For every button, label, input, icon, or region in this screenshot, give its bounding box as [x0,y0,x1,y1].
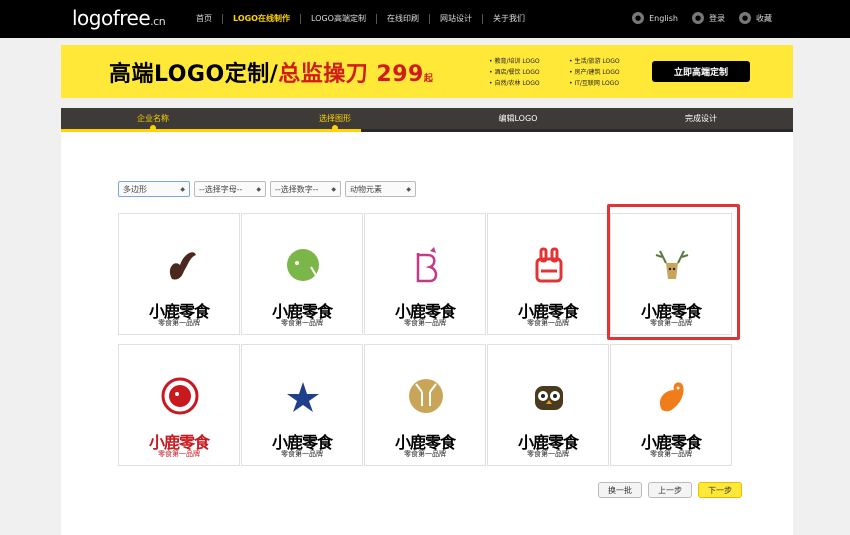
main-nav: 首页 LOGO在线制作 LOGO高端定制 在线印刷 网站设计 关于我们 [186,14,535,24]
step-finish: 完成设计 [685,114,717,123]
language-label: English [649,13,678,23]
logo-tile[interactable]: 小鹿零食 零食第一品牌 [118,344,240,466]
logo-tile[interactable]: 小鹿零食 零食第一品牌 [118,213,240,335]
favorite-label: 收藏 [756,13,772,23]
nav-item-print[interactable]: 在线印刷 [377,14,430,24]
rabbit-letter-b-icon [416,247,438,283]
rooster-icon [659,382,684,412]
logo-slogan: 零食第一品牌 [281,319,323,327]
content-card: 企业名称 选择图形 编辑LOGO 完成设计 多边形 ◆ --选择字母-- ◆ --选… [61,108,793,535]
step-edit-logo: 编辑LOGO [498,114,538,123]
updown-icon: ◆ [180,185,185,193]
nav-item-logo-custom[interactable]: LOGO高端定制 [301,14,377,24]
step-company-name: 企业名称 [93,113,213,131]
banner-category: 自然/农林 LOGO [489,78,569,87]
banner-category: 房产/建筑 LOGO [569,67,649,76]
logo-tile[interactable]: 小鹿零食 零食第一品牌 [241,344,363,466]
owl-icon [535,386,563,410]
logo-slogan: 零食第一品牌 [158,450,200,458]
logo-slogan: 零食第一品牌 [281,450,323,458]
top-navigation-bar: logofree.cn 首页 LOGO在线制作 LOGO高端定制 在线印刷 网站… [0,0,850,38]
logo-slogan: 零食第一品牌 [404,450,446,458]
refresh-batch-button[interactable]: 换一批 [598,482,642,498]
site-logo[interactable]: logofree.cn [72,6,166,30]
banner-category: 教育/培训 LOGO [489,56,569,65]
logo-tile[interactable]: 小鹿零食 零食第一品牌 [487,344,609,466]
language-link[interactable]: ● English [632,12,678,24]
rabbit-face-icon [535,247,563,283]
logo-slogan: 零食第一品牌 [527,319,569,327]
logo-tile[interactable]: 小鹿零食 零食第一品牌 [610,213,732,335]
deer-circle-icon [409,379,443,413]
progress-steps: 企业名称 选择图形 编辑LOGO 完成设计 [61,108,793,132]
banner-headline: 高端LOGO定制/总监操刀 299起 [109,56,433,88]
nav-item-web-design[interactable]: 网站设计 [430,14,483,24]
number-select[interactable]: --选择数字-- ◆ [270,181,341,197]
logo-tile[interactable]: 小鹿零食 零食第一品牌 [364,344,486,466]
updown-icon: ◆ [256,185,261,193]
nav-item-about[interactable]: 关于我们 [483,14,535,24]
letter-select[interactable]: --选择字母-- ◆ [194,181,266,197]
banner-category: 酒店/餐饮 LOGO [489,67,569,76]
updown-icon: ◆ [331,185,336,193]
logo-tile[interactable]: 小鹿零食 零食第一品牌 [241,213,363,335]
pager-buttons: 换一批 上一步 下一步 [598,482,742,498]
header-right-links: ● English ● 登录 ● 收藏 [632,12,772,24]
banner-headline-b: 总监操刀 [278,62,369,87]
logo-text: logofree [72,6,151,30]
next-step-button[interactable]: 下一步 [698,482,742,498]
element-select[interactable]: 动物元素 ◆ [345,181,416,197]
updown-icon: ◆ [406,185,411,193]
deer-head-icon [655,250,689,279]
logo-tile[interactable]: 小鹿零食 零食第一品牌 [487,213,609,335]
banner-price-suffix: 起 [423,74,434,84]
previous-step-button[interactable]: 上一步 [648,482,692,498]
logo-slogan: 零食第一品牌 [404,319,446,327]
nav-item-home[interactable]: 首页 [186,14,223,24]
filter-bar: 多边形 ◆ --选择字母-- ◆ --选择数字-- ◆ 动物元素 ◆ [118,181,416,197]
logo-slogan: 零食第一品牌 [650,450,692,458]
banner-price: 299 [376,62,424,87]
nav-item-logo-online[interactable]: LOGO在线制作 [223,14,301,24]
logo-slogan: 零食第一品牌 [527,450,569,458]
logo-slogan: 零食第一品牌 [650,319,692,327]
banner-headline-a: 高端LOGO定制/ [109,62,279,87]
progress-fill [61,129,361,132]
squirrel-icon [169,252,196,280]
globe-icon: ● [632,12,645,24]
logo-slogan: 零食第一品牌 [158,319,200,327]
elephant-circle-icon [161,377,199,415]
banner-category: IT/互联网 LOGO [569,78,649,87]
shape-select[interactable]: 多边形 ◆ [118,181,190,197]
login-label: 登录 [709,13,725,23]
banner-category: 生活/旅游 LOGO [569,56,649,65]
progress-track [61,129,793,132]
logo-tile[interactable]: 小鹿零食 零食第一品牌 [610,344,732,466]
banner-category-list: 教育/培训 LOGO 生活/旅游 LOGO 酒店/餐饮 LOGO 房产/建筑 L… [489,56,649,87]
promo-banner[interactable]: 高端LOGO定制/总监操刀 299起 教育/培训 LOGO 生活/旅游 LOGO… [61,45,793,98]
user-icon: ● [692,12,704,24]
logo-tile[interactable]: 小鹿零食 零食第一品牌 [364,213,486,335]
step-choose-shape: 选择图形 [275,113,395,131]
login-link[interactable]: ● 登录 [692,12,725,24]
favorite-link[interactable]: ● 收藏 [739,12,772,24]
cart-icon: ● [739,12,751,24]
logo-tld: .cn [150,15,166,28]
star-wings-icon [287,382,319,412]
elephant-icon [287,249,319,281]
custom-design-button[interactable]: 立即高端定制 [652,61,750,82]
